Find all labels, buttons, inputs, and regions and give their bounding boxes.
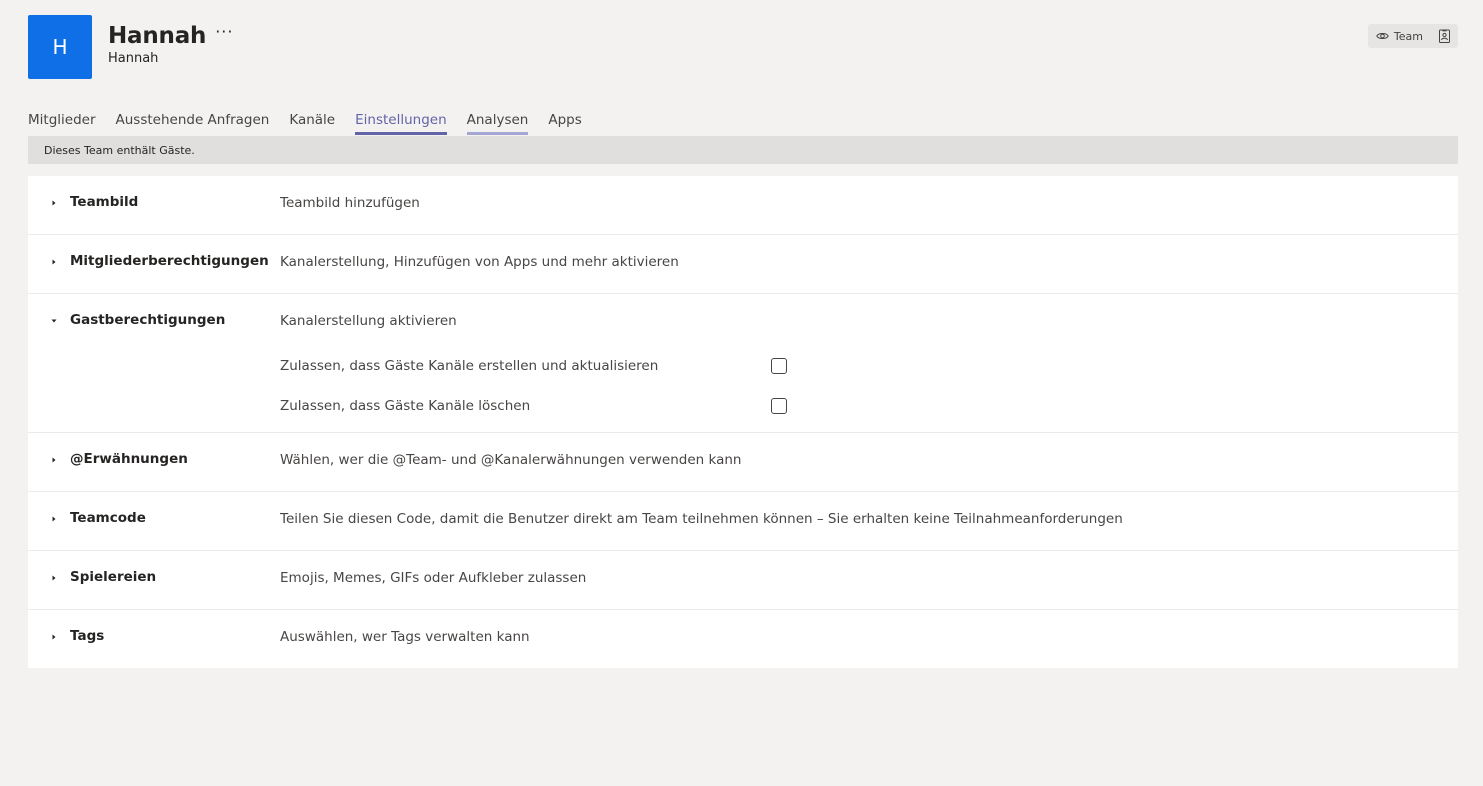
tab-einstellungen[interactable]: Einstellungen <box>355 111 447 135</box>
caret-right-icon[interactable] <box>28 569 70 587</box>
permission-option-label: Zulassen, dass Gäste Kanäle löschen <box>280 398 531 414</box>
section-mitgliederberechtigungen: Mitgliederberechtigungen Kanalerstellung,… <box>28 235 1458 294</box>
caret-right-icon[interactable] <box>28 451 70 469</box>
team-name: Hannah <box>108 23 207 49</box>
team-subtitle: Hannah <box>108 51 159 66</box>
team-visibility-badge[interactable]: Team <box>1367 24 1458 48</box>
section-title: Teambild <box>70 194 139 210</box>
tab-apps[interactable]: Apps <box>548 111 581 135</box>
section-header[interactable]: Gastberechtigungen Kanalerstellung aktivi… <box>28 294 1458 346</box>
title-block: Hannah ··· Hannah <box>108 15 233 79</box>
tab-mitglieder[interactable]: Mitglieder <box>28 111 96 135</box>
caret-down-icon[interactable] <box>28 312 70 330</box>
section-header[interactable]: Spielereien Emojis, Memes, GIFs oder Aufk… <box>28 551 1458 609</box>
section-description: Auswählen, wer Tags verwalten kann <box>280 629 530 645</box>
section-erw-hnungen: @Erwähnungen Wählen, wer die @Team- und @… <box>28 433 1458 492</box>
caret-right-icon[interactable] <box>28 253 70 271</box>
team-badge-label: Team <box>1393 29 1423 43</box>
tab-kan-le[interactable]: Kanäle <box>289 111 335 135</box>
tab-ausstehende-anfragen[interactable]: Ausstehende Anfragen <box>116 111 270 135</box>
tab-analysen[interactable]: Analysen <box>466 111 528 135</box>
section-header[interactable]: Tags Auswählen, wer Tags verwalten kann <box>28 610 1458 668</box>
section-description: Wählen, wer die @Team- und @Kanalerwähnu… <box>280 452 742 468</box>
section-description: Kanalerstellung, Hinzufügen von Apps und… <box>280 254 679 270</box>
section-title: Mitgliederberechtigungen <box>70 253 269 269</box>
eye-icon <box>1376 31 1389 41</box>
section-tags: Tags Auswählen, wer Tags verwalten kann <box>28 610 1458 668</box>
section-title: Teamcode <box>70 510 146 526</box>
permission-option-row: Zulassen, dass Gäste Kanäle löschen <box>28 386 1458 426</box>
section-title: Tags <box>70 628 105 644</box>
title-row: Hannah ··· <box>108 23 233 49</box>
section-spielereien: Spielereien Emojis, Memes, GIFs oder Aufk… <box>28 551 1458 610</box>
caret-right-icon[interactable] <box>28 194 70 212</box>
section-description: Emojis, Memes, GIFs oder Aufkleber zulas… <box>280 570 587 586</box>
section-header[interactable]: Teambild Teambild hinzufügen <box>28 176 1458 234</box>
team-tabs: Mitglieder Ausstehende Anfragen Kanäle Eins… <box>28 111 602 135</box>
permission-option-label: Zulassen, dass Gäste Kanäle erstellen un… <box>280 358 659 374</box>
section-description: Kanalerstellung aktivieren <box>280 313 457 329</box>
settings-list: Teambild Teambild hinzufügen Mitgliederber… <box>28 176 1458 668</box>
permission-checkbox[interactable] <box>771 358 787 374</box>
team-avatar[interactable]: H <box>28 15 92 79</box>
permission-checkbox[interactable] <box>771 398 787 414</box>
avatar-letter: H <box>52 35 68 59</box>
team-header: H Hannah ··· Hannah <box>28 15 233 79</box>
section-header[interactable]: Mitgliederberechtigungen Kanalerstellung,… <box>28 235 1458 293</box>
section-title: @Erwähnungen <box>70 451 188 467</box>
caret-right-icon[interactable] <box>28 510 70 528</box>
section-header[interactable]: Teamcode Teilen Sie diesen Code, damit di… <box>28 492 1458 550</box>
contact-card-icon[interactable] <box>1439 29 1450 43</box>
section-description: Teilen Sie diesen Code, damit die Benutz… <box>280 511 1123 527</box>
section-teamcode: Teamcode Teilen Sie diesen Code, damit di… <box>28 492 1458 551</box>
guest-banner: Dieses Team enthält Gäste. <box>28 136 1458 164</box>
section-title: Gastberechtigungen <box>70 312 226 328</box>
caret-right-icon[interactable] <box>28 628 70 646</box>
section-title: Spielereien <box>70 569 157 585</box>
section-teambild: Teambild Teambild hinzufügen <box>28 176 1458 235</box>
section-description: Teambild hinzufügen <box>280 195 420 211</box>
permission-option-row: Zulassen, dass Gäste Kanäle erstellen un… <box>28 346 1458 386</box>
more-options-icon[interactable]: ··· <box>215 24 233 48</box>
section-gastberechtigungen: Gastberechtigungen Kanalerstellung aktivi… <box>28 294 1458 433</box>
section-header[interactable]: @Erwähnungen Wählen, wer die @Team- und @… <box>28 433 1458 491</box>
